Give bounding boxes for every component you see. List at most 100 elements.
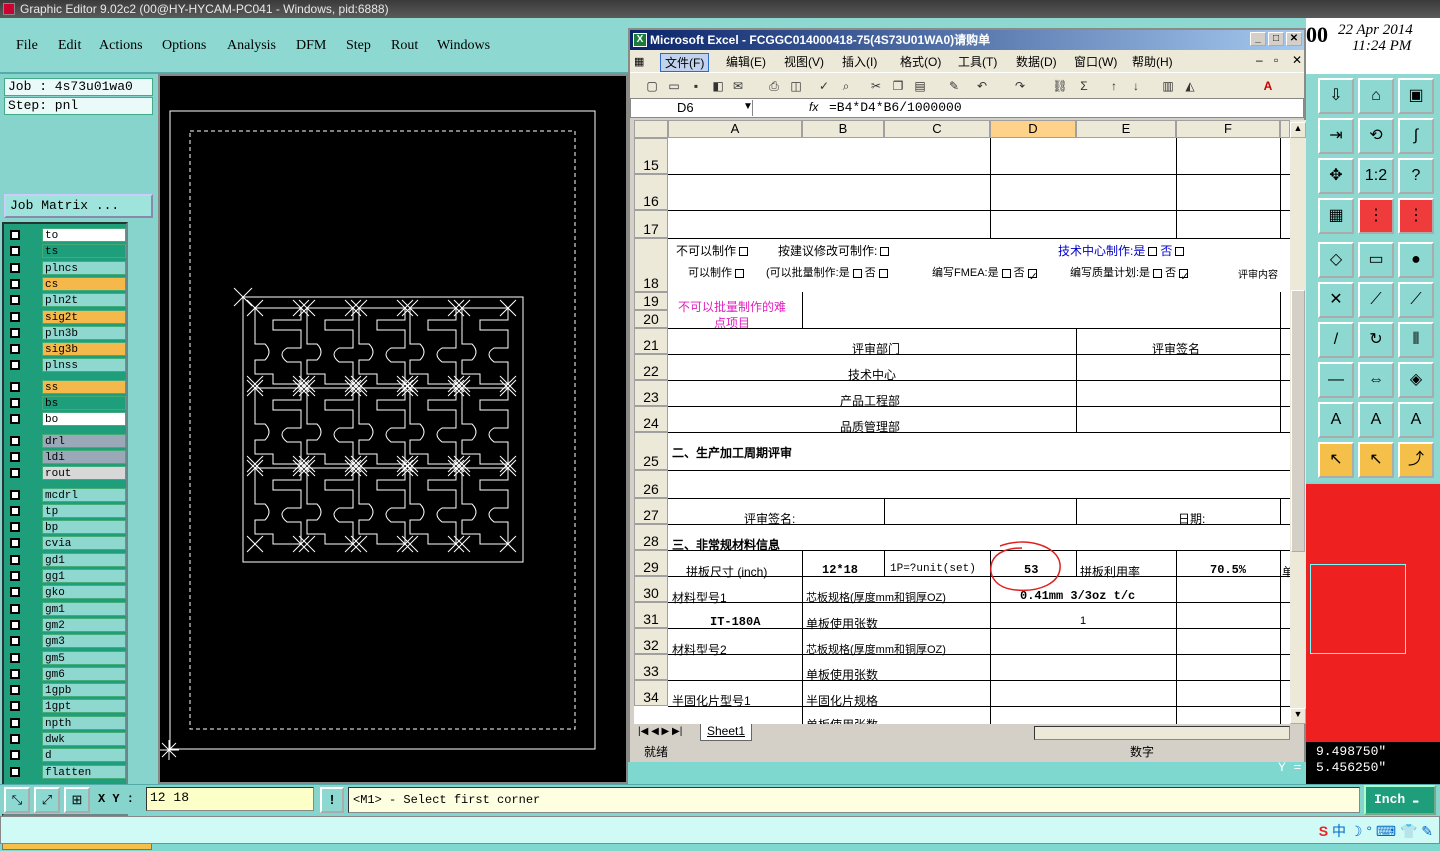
row-header[interactable]: 15 bbox=[634, 138, 668, 174]
layer-name[interactable]: gm3 bbox=[42, 634, 126, 649]
paste-icon[interactable]: ▤ bbox=[912, 78, 928, 94]
layer-name[interactable]: sig2t bbox=[42, 309, 126, 324]
layer-row[interactable]: gg1 bbox=[8, 569, 126, 583]
print-preview-icon[interactable]: ◫ bbox=[788, 78, 804, 94]
layer-name[interactable]: to bbox=[42, 228, 126, 242]
layer-name[interactable]: d bbox=[42, 748, 126, 763]
excel-menu-edit[interactable]: 编辑(E) bbox=[726, 53, 766, 70]
tool-ruler-icon[interactable]: ▭ bbox=[1358, 242, 1394, 278]
select-all-corner[interactable] bbox=[634, 120, 668, 138]
layer-checkbox[interactable] bbox=[10, 766, 20, 777]
close-button[interactable]: ✕ bbox=[1286, 32, 1302, 46]
layer-row[interactable]: rout bbox=[8, 466, 126, 481]
copy-icon[interactable]: ❐ bbox=[890, 78, 906, 94]
layer-checkbox[interactable] bbox=[10, 571, 20, 581]
row-header[interactable]: 16 bbox=[634, 174, 668, 210]
layer-name[interactable]: gg1 bbox=[42, 569, 126, 583]
tool-mirror-icon[interactable]: ⟲ bbox=[1358, 118, 1394, 154]
research-icon[interactable]: ⌕ bbox=[838, 78, 854, 94]
spreadsheet-grid[interactable]: A B C D E F 15 16 17 18 19 20 21 22 23 24 25 26 27 28… bbox=[634, 120, 1290, 724]
graphics-canvas[interactable] bbox=[158, 74, 628, 784]
tool-select-b-icon[interactable]: ↖ bbox=[1358, 442, 1394, 478]
layer-name[interactable]: gm6 bbox=[42, 666, 126, 681]
layer-row[interactable]: ss bbox=[8, 379, 126, 394]
tool-hline-icon[interactable]: — bbox=[1318, 362, 1354, 398]
chart-wizard-icon[interactable]: ▥ bbox=[1160, 78, 1176, 94]
row-header[interactable]: 33 bbox=[634, 654, 668, 680]
scroll-up-icon[interactable]: ▲ bbox=[1290, 122, 1306, 138]
menu-options[interactable]: Options bbox=[162, 38, 206, 54]
layer-checkbox[interactable] bbox=[10, 381, 20, 392]
layer-name[interactable]: drl bbox=[42, 433, 126, 448]
column-header-a[interactable]: A bbox=[668, 120, 802, 138]
layer-row[interactable]: gm3 bbox=[8, 634, 126, 649]
cut-icon[interactable]: ✂ bbox=[868, 78, 884, 94]
units-selector[interactable]: Inch ▬ bbox=[1364, 785, 1436, 815]
layer-row[interactable]: flatten bbox=[8, 764, 126, 779]
tool-net-a-icon[interactable]: ⋮ bbox=[1358, 198, 1394, 234]
layer-name[interactable]: flatten bbox=[42, 764, 126, 779]
row-header[interactable]: 25 bbox=[634, 432, 668, 470]
scroll-down-icon[interactable]: ▼ bbox=[1290, 708, 1306, 724]
layer-name[interactable]: bo bbox=[42, 412, 126, 427]
menu-analysis[interactable]: Analysis bbox=[227, 38, 276, 54]
tool-route-icon[interactable]: ⤴ bbox=[1398, 442, 1434, 478]
layer-checkbox[interactable] bbox=[10, 230, 20, 240]
menu-dfm[interactable]: DFM bbox=[296, 38, 326, 54]
column-header-d[interactable]: D bbox=[990, 120, 1076, 138]
tool-measure-icon[interactable]: ⇔ bbox=[1358, 362, 1394, 398]
snap-grid-icon[interactable]: ⊞ bbox=[64, 787, 90, 813]
tool-arc-icon[interactable]: ↻ bbox=[1358, 322, 1394, 358]
layer-checkbox[interactable] bbox=[10, 278, 20, 289]
layer-name[interactable]: tp bbox=[42, 503, 126, 518]
snap-b-icon[interactable]: ⤢ bbox=[34, 787, 60, 813]
tool-cross-icon[interactable]: ✕ bbox=[1318, 282, 1354, 318]
layer-name[interactable]: mcdrl bbox=[42, 487, 126, 502]
layer-name[interactable]: dwk bbox=[42, 732, 126, 746]
row-header[interactable]: 21 bbox=[634, 328, 668, 354]
layer-row[interactable]: to bbox=[8, 228, 126, 242]
row-header[interactable]: 19 bbox=[634, 292, 668, 310]
row-header[interactable]: 29 bbox=[634, 550, 668, 576]
layer-checkbox[interactable] bbox=[10, 327, 20, 338]
tool-zoom-1to2-icon[interactable]: 1:2 bbox=[1358, 158, 1394, 194]
layer-row[interactable]: dwk bbox=[8, 732, 126, 746]
layer-row[interactable]: ts bbox=[8, 244, 126, 259]
layer-name[interactable]: pln2t bbox=[42, 293, 126, 308]
layer-name[interactable]: ldi bbox=[42, 449, 126, 464]
save-icon[interactable]: ▪ bbox=[688, 78, 704, 94]
xy-input[interactable]: 12 18 bbox=[146, 787, 314, 811]
layer-checkbox[interactable] bbox=[10, 246, 20, 257]
layer-name[interactable]: pln3b bbox=[42, 325, 126, 340]
layer-row[interactable]: 1gpb bbox=[8, 683, 126, 698]
vertical-scrollbar[interactable]: ▲ ▼ bbox=[1290, 120, 1306, 724]
tool-snake-icon[interactable]: ∫ bbox=[1398, 118, 1434, 154]
sheet-tab-sheet1[interactable]: Sheet1 bbox=[700, 724, 753, 741]
layer-row[interactable]: bp bbox=[8, 520, 126, 535]
layer-row[interactable]: pln3b bbox=[8, 325, 126, 340]
layer-name[interactable]: rout bbox=[42, 466, 126, 481]
tool-net-b-icon[interactable]: ⋮ bbox=[1398, 198, 1434, 234]
layer-name[interactable]: 1gpt bbox=[42, 699, 126, 714]
fx-icon[interactable]: fx bbox=[809, 100, 818, 114]
layer-row[interactable]: gko bbox=[8, 585, 126, 600]
tool-line-a-icon[interactable]: ⟋ bbox=[1358, 282, 1394, 318]
format-painter-icon[interactable]: ✎ bbox=[946, 78, 962, 94]
excel-menu-view[interactable]: 视图(V) bbox=[784, 53, 824, 70]
command-line[interactable]: S 中 ☽ ° ⌨ 👕 ✎ bbox=[0, 816, 1440, 844]
layer-checkbox[interactable] bbox=[10, 262, 20, 273]
email-icon[interactable]: ✉ bbox=[730, 78, 746, 94]
tool-help-icon[interactable]: ? bbox=[1398, 158, 1434, 194]
excel-menu-data[interactable]: 数据(D) bbox=[1016, 53, 1057, 70]
row-header[interactable]: 26 bbox=[634, 470, 668, 498]
layer-name[interactable]: cs bbox=[42, 276, 126, 291]
scroll-thumb[interactable] bbox=[1291, 290, 1305, 552]
layer-row[interactable]: gm2 bbox=[8, 617, 126, 632]
doc-restore-button[interactable]: ▫ bbox=[1274, 53, 1278, 67]
layer-name[interactable]: npth bbox=[42, 715, 126, 730]
layer-row[interactable]: drl bbox=[8, 433, 126, 448]
redo-icon[interactable]: ↷ bbox=[1012, 78, 1028, 94]
layer-row[interactable]: gm6 bbox=[8, 666, 126, 681]
layer-row[interactable]: plncs bbox=[8, 260, 126, 275]
layer-row[interactable]: plnss bbox=[8, 358, 126, 373]
